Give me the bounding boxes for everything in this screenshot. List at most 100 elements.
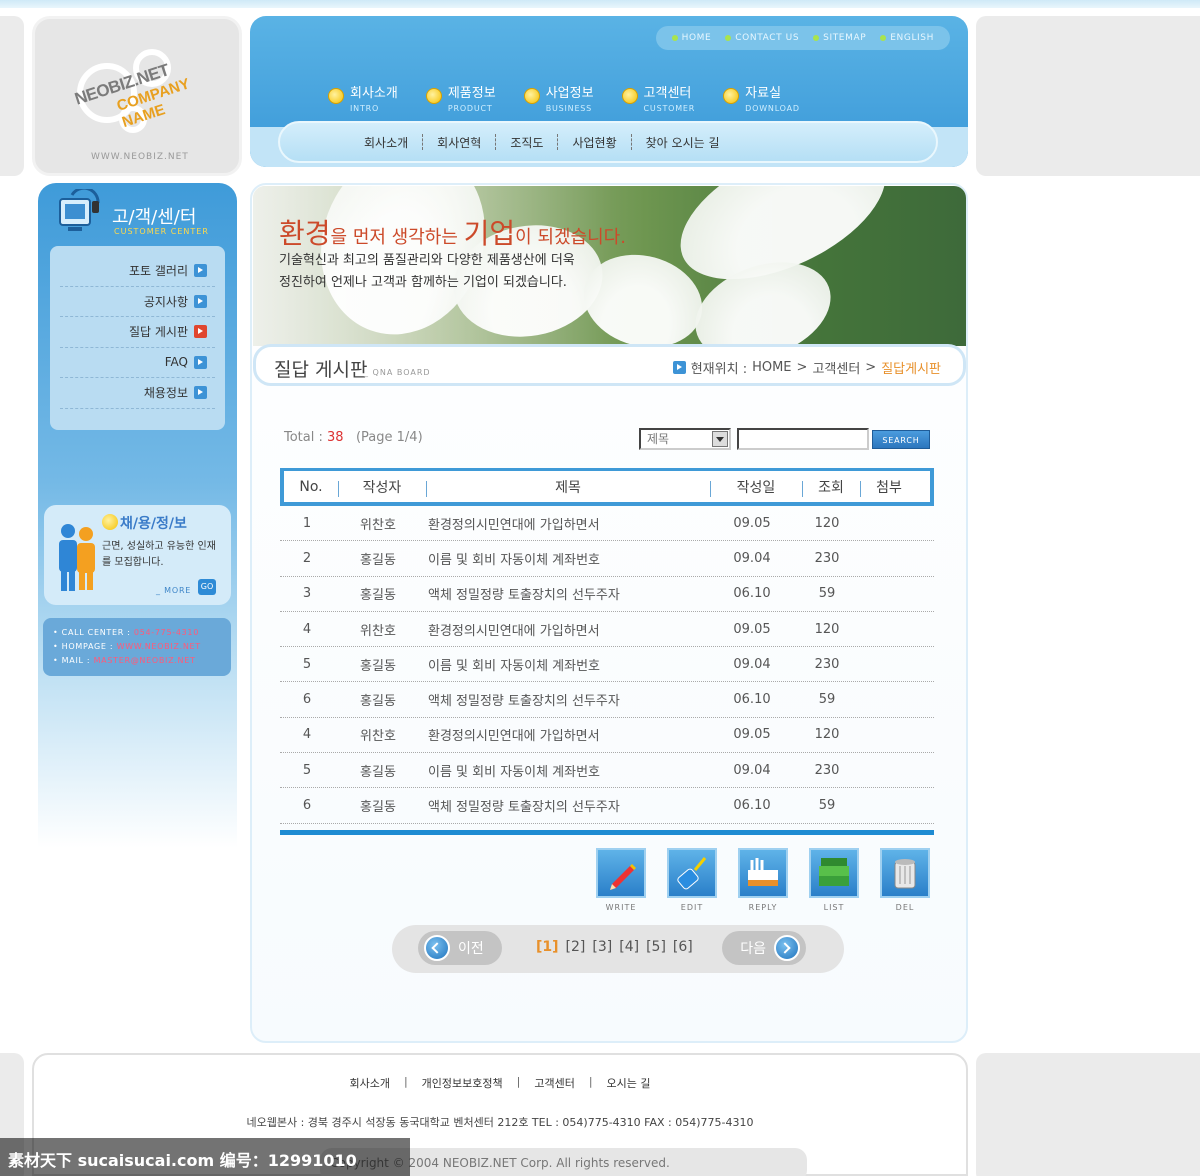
page-link[interactable]: [6] <box>673 939 693 955</box>
contact-value[interactable]: MASTER@NEOBIZ.NET <box>94 656 196 665</box>
search-field-select[interactable]: 제목 <box>639 428 731 450</box>
sidebar-item-recruit[interactable]: 채용정보 <box>60 378 215 409</box>
top-nav-sitemap[interactable]: SITEMAP <box>813 33 866 43</box>
sub-nav-item[interactable]: 사업현황 <box>558 134 630 151</box>
cell-views: 59 <box>818 692 836 708</box>
action-label: REPLY <box>748 903 778 912</box>
banner-title-text: 이 되겠습니다. <box>515 227 626 248</box>
table-row[interactable]: 4 위찬호 환경정의시민연대에 가입하면서 09.05 120 <box>280 718 934 754</box>
write-button[interactable]: WRITE <box>596 848 646 912</box>
logo-url: WWW.NEOBIZ.NET <box>91 152 189 162</box>
watermark: 素材天下 sucaisucai.com 编号：12991010 <box>0 1138 410 1176</box>
footer-links: 회사소개 | 개인정보보호정책 | 고객센터 | 오시는 길 <box>34 1075 966 1091</box>
table-row[interactable]: 3 홍길동 액체 정밀정량 토출장치의 선두주자 06.10 59 <box>280 577 934 612</box>
sidebar-item-notice[interactable]: 공지사항 <box>60 287 215 317</box>
bullet-icon <box>813 35 820 41</box>
cell-subject[interactable]: 환경정의시민연대에 가입하면서 <box>422 725 706 744</box>
prev-button[interactable]: 이전 <box>418 931 502 965</box>
page-link[interactable]: [1] <box>536 939 559 955</box>
main-nav-label: 고객센터 <box>643 86 692 101</box>
delete-button[interactable]: DEL <box>880 848 930 912</box>
main-nav-download[interactable]: 자료실 DOWNLOAD <box>723 82 800 113</box>
footer-link[interactable]: 오시는 길 <box>607 1075 651 1091</box>
column-header: 첨부 <box>860 477 918 497</box>
table-row[interactable]: 2 홍길동 이름 및 회비 자동이체 계좌번호 09.04 230 <box>280 541 934 577</box>
sidebar-item-label: 공지사항 <box>143 294 188 309</box>
search-input[interactable] <box>737 428 869 450</box>
main-nav-product[interactable]: 제품정보 PRODUCT <box>425 82 496 113</box>
divider: | <box>516 1075 521 1088</box>
contact-value[interactable]: WWW.NEOBIZ.NET <box>117 642 201 651</box>
main-nav-sub: CUSTOMER <box>643 104 696 113</box>
table-row[interactable]: 4 위찬호 환경정의시민연대에 가입하면서 09.05 120 <box>280 612 934 648</box>
arrow-right-icon <box>194 264 207 278</box>
page-link[interactable]: [3] <box>592 939 612 955</box>
coin-bullet-icon <box>621 88 638 104</box>
sub-nav-item[interactable]: 회사소개 <box>350 134 422 151</box>
chevron-right-icon <box>774 935 800 961</box>
recruit-title: 채/용/정/보 <box>120 516 187 532</box>
table-row[interactable]: 1 위찬호 환경정의시민연대에 가입하면서 09.05 120 <box>280 506 934 542</box>
main-nav-label: 사업정보 <box>545 86 594 101</box>
logo[interactable]: NEOBIZ.NET COMPANY NAME WWW.NEOBIZ.NET <box>32 16 242 176</box>
table-row[interactable]: 6 홍길동 액체 정밀정량 토출장치의 선두주자 06.10 59 <box>280 788 934 824</box>
main-nav-label: 자료실 <box>745 86 782 101</box>
breadcrumb-item[interactable]: 고객센터 <box>812 358 860 377</box>
cell-subject[interactable]: 이름 및 회비 자동이체 계좌번호 <box>422 549 706 568</box>
cell-subject[interactable]: 액체 정밀정량 토출장치의 선두주자 <box>422 690 706 709</box>
recruit-go-button[interactable]: GO <box>198 579 216 595</box>
edit-button[interactable]: EDIT <box>667 848 717 912</box>
cell-date: 06.10 <box>733 692 771 708</box>
cell-subject[interactable]: 액체 정밀정량 토출장치의 선두주자 <box>422 584 706 603</box>
cell-subject[interactable]: 환경정의시민연대에 가입하면서 <box>422 514 706 533</box>
top-nav-contact-us[interactable]: CONTACT US <box>725 33 799 43</box>
cell-subject[interactable]: 액체 정밀정량 토출장치의 선두주자 <box>422 796 706 815</box>
top-nav-home[interactable]: HOME <box>671 33 712 43</box>
paint-roller-icon <box>667 848 717 898</box>
sidebar-item-photo-gallery[interactable]: 포토 갤러리 <box>60 256 215 287</box>
cell-views: 59 <box>818 586 836 602</box>
cell-subject[interactable]: 이름 및 회비 자동이체 계좌번호 <box>422 761 706 780</box>
cell-subject[interactable]: 환경정의시민연대에 가입하면서 <box>422 620 706 639</box>
footer-link[interactable]: 개인정보보호정책 <box>422 1075 503 1091</box>
page-info: (Page 1/4) <box>355 430 423 445</box>
cell-views: 59 <box>818 798 836 814</box>
page-link[interactable]: [2] <box>566 939 586 955</box>
main-nav-business[interactable]: 사업정보 BUSINESS <box>523 82 594 113</box>
top-nav-label: SITEMAP <box>823 33 867 43</box>
sub-nav-item[interactable]: 조직도 <box>496 134 557 151</box>
top-nav-english[interactable]: ENGLISH <box>880 33 934 43</box>
table-row[interactable]: 5 홍길동 이름 및 회비 자동이체 계좌번호 09.04 230 <box>280 753 934 789</box>
side-panel-right <box>976 16 1200 176</box>
breadcrumb-label: 현재위치 : <box>690 362 748 377</box>
board-info: Total : 38 (Page 1/4) <box>284 430 423 445</box>
column-header: 작성일 <box>710 477 802 497</box>
action-label: DEL <box>895 903 915 912</box>
main-nav-intro[interactable]: 회사소개 INTRO <box>328 82 398 113</box>
search-button[interactable]: SEARCH <box>872 430 930 449</box>
footer-link[interactable]: 고객센터 <box>534 1075 574 1091</box>
cell-no: 1 <box>302 515 312 531</box>
reply-button[interactable]: REPLY <box>738 848 788 912</box>
column-header: 조회 <box>802 477 860 497</box>
cell-author: 홍길동 <box>360 552 396 568</box>
cell-subject[interactable]: 이름 및 회비 자동이체 계좌번호 <box>422 655 706 674</box>
pencil-icon <box>596 848 646 898</box>
main-nav-customer[interactable]: 고객센터 CUSTOMER <box>621 82 696 113</box>
page-link[interactable]: [4] <box>619 939 639 955</box>
table-row[interactable]: 6 홍길동 액체 정밀정량 토출장치의 선두주자 06.10 59 <box>280 682 934 718</box>
table-row[interactable]: 5 홍길동 이름 및 회비 자동이체 계좌번호 09.04 230 <box>280 647 934 683</box>
page-link[interactable]: [5] <box>646 939 666 955</box>
list-button[interactable]: LIST <box>809 848 859 912</box>
sidebar-item-faq[interactable]: FAQ <box>60 348 215 378</box>
main-nav-label: 제품정보 <box>447 86 496 101</box>
footer-link[interactable]: 회사소개 <box>349 1075 389 1091</box>
sub-nav-item[interactable]: 회사연혁 <box>423 134 495 151</box>
recruit-more-link[interactable]: _ MORE <box>156 586 191 595</box>
sidebar-item-qna-board[interactable]: 질답 게시판 <box>60 317 215 348</box>
breadcrumb-item[interactable]: HOME <box>752 360 791 375</box>
sub-nav-item[interactable]: 찾아 오시는 길 <box>632 134 734 151</box>
cell-author: 홍길동 <box>360 658 396 674</box>
next-button[interactable]: 다음 <box>722 931 806 965</box>
contact-homepage: • HOMPAGE : WWW.NEOBIZ.NET <box>53 642 201 651</box>
